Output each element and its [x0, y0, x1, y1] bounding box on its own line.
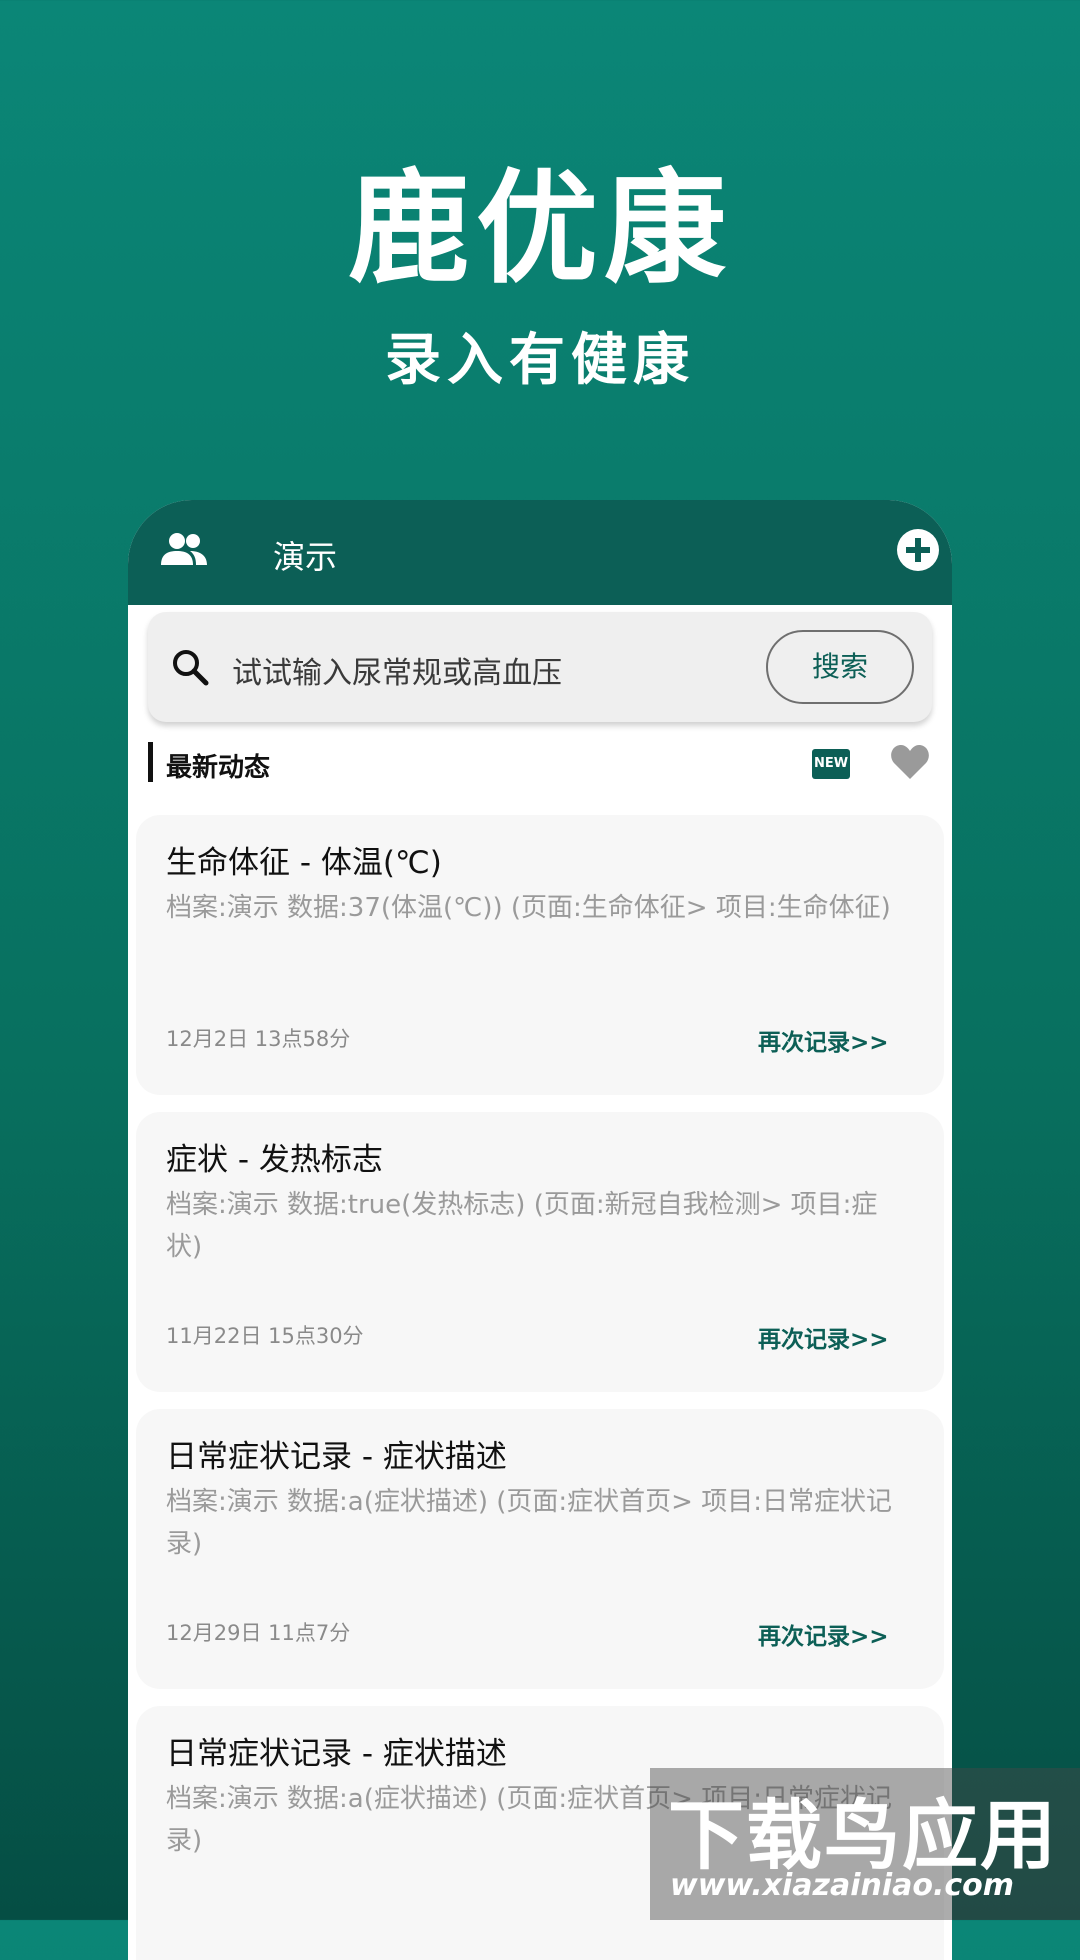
- search-button[interactable]: 搜索: [766, 630, 914, 704]
- new-badge-icon[interactable]: NEW: [812, 749, 850, 779]
- record-title: 生命体征 - 体温(℃): [166, 845, 442, 881]
- record-description: 档案:演示 数据:37(体温(℃)) (页面:生命体征> 项目:生命体征): [166, 893, 891, 923]
- record-card[interactable]: 日常症状记录 - 症状描述 档案:演示 数据:a(症状描述) (页面:症状首页>…: [136, 1409, 944, 1689]
- hero-title: 鹿优康: [348, 158, 732, 300]
- record-again-link[interactable]: 再次记录>>: [758, 1617, 889, 1651]
- record-again-link[interactable]: 再次记录>>: [758, 1023, 889, 1057]
- record-card[interactable]: 生命体征 - 体温(℃) 档案:演示 数据:37(体温(℃)) (页面:生命体征…: [136, 815, 944, 1095]
- record-again-link[interactable]: 再次记录>>: [758, 1320, 889, 1354]
- section-title: 最新动态: [166, 753, 271, 783]
- add-icon[interactable]: [896, 528, 940, 572]
- record-title: 日常症状记录 - 症状描述: [166, 1736, 507, 1772]
- record-title: 症状 - 发热标志: [166, 1142, 383, 1178]
- record-card[interactable]: 症状 - 发热标志 档案:演示 数据:true(发热标志) (页面:新冠自我检测…: [136, 1112, 944, 1392]
- profile-name[interactable]: 演示: [273, 532, 337, 578]
- record-time: 12月2日 13点58分: [166, 1027, 351, 1051]
- record-title: 日常症状记录 - 症状描述: [166, 1439, 507, 1475]
- hero-subtitle: 录入有健康: [385, 328, 695, 393]
- search-input[interactable]: 试试输入尿常规或高血压: [232, 648, 562, 692]
- heart-icon[interactable]: [890, 743, 930, 781]
- record-description: 档案:演示 数据:true(发热标志) (页面:新冠自我检测> 项目:症状): [166, 1190, 878, 1262]
- record-time: 11月22日 15点30分: [166, 1324, 364, 1348]
- record-description: 档案:演示 数据:a(症状描述) (页面:症状首页> 项目:日常症状记录): [166, 1487, 892, 1559]
- app-header: 演示: [128, 500, 952, 605]
- record-time: 12月29日 11点7分: [166, 1621, 351, 1645]
- watermark: 下载鸟应用 www.xiazainiao.com: [650, 1768, 1080, 1920]
- phone-screen: 演示 试试输入尿常规或高血压 搜索 最新动态 NEW 生命体征 - 体温(℃) …: [128, 500, 952, 1960]
- section-marker: [148, 742, 153, 782]
- users-icon[interactable]: [160, 532, 208, 568]
- search-icon: [173, 650, 209, 686]
- search-bar[interactable]: 试试输入尿常规或高血压 搜索: [148, 612, 932, 722]
- watermark-url: www.xiazainiao.com: [670, 1868, 1015, 1903]
